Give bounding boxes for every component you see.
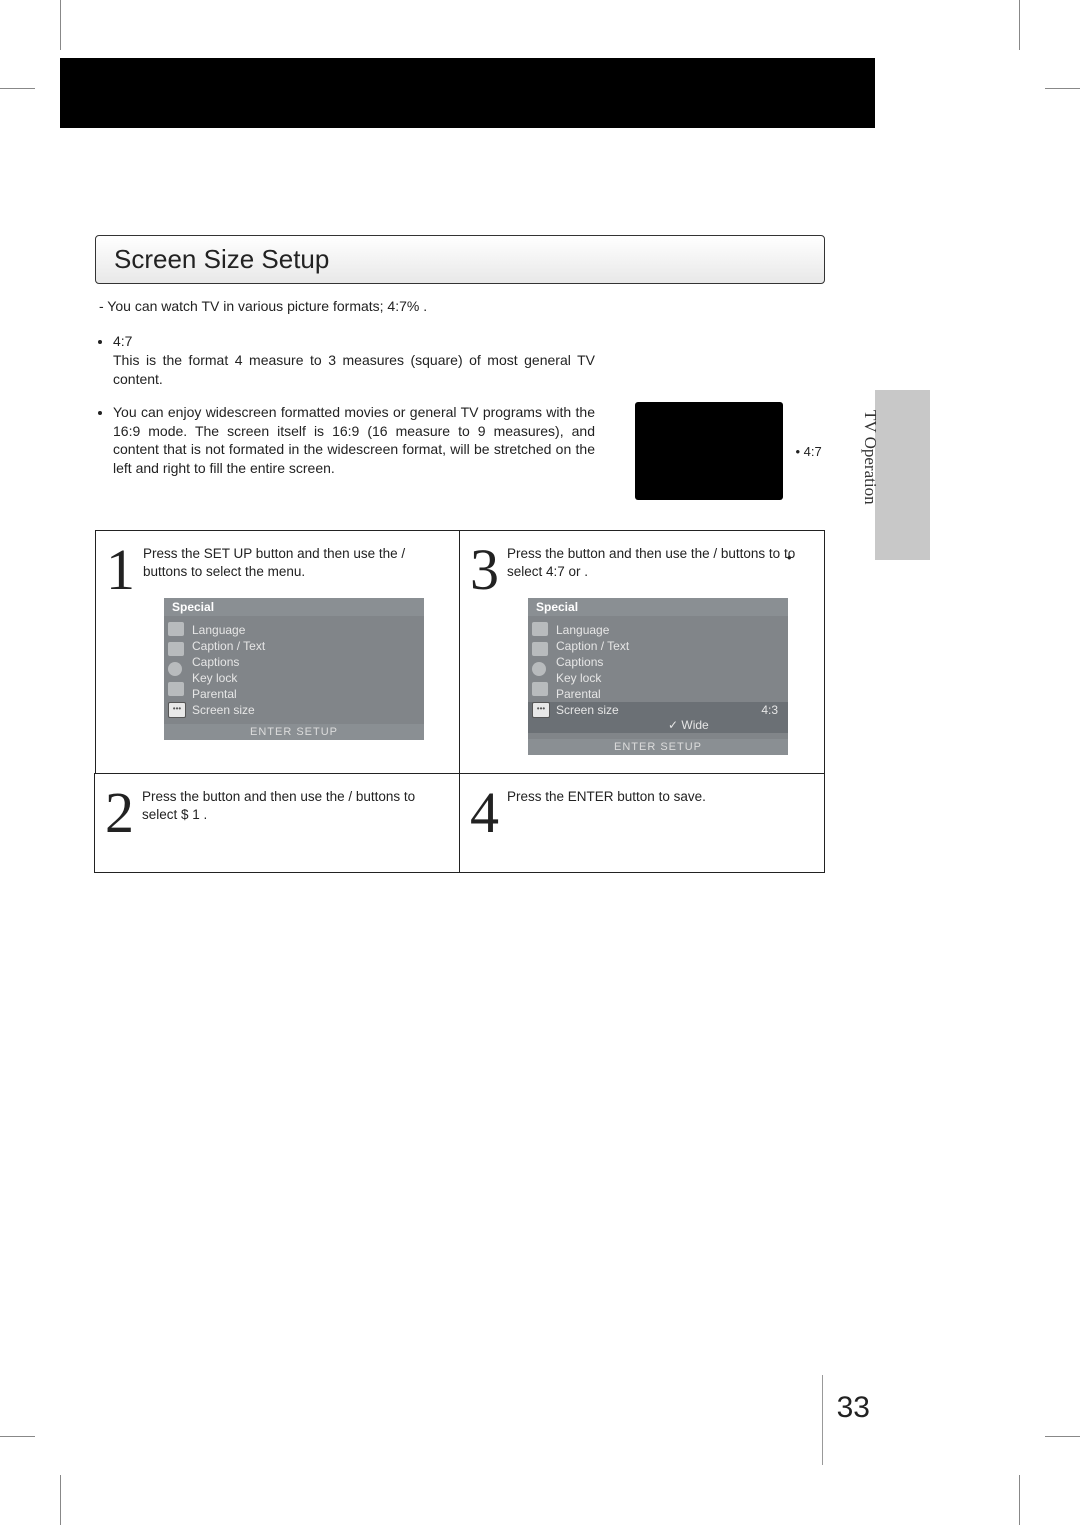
menu-icon — [168, 622, 184, 636]
step-3: 3 Press the button and then use the / bu… — [459, 530, 825, 774]
osd-menu-1: Special ••• Language Caption / Text Capt… — [164, 598, 424, 740]
format-a-label: 4:7 — [113, 333, 132, 349]
osd-item: Screen size — [192, 702, 416, 718]
step-4-text: Press the ENTER button to save. — [507, 788, 814, 806]
page-number-rule — [822, 1375, 823, 1465]
osd-sidebar-icons: ••• — [532, 622, 550, 718]
osd-item: Key lock — [192, 670, 416, 686]
osd-header: Special — [528, 598, 788, 616]
step-3-number: 3 — [470, 547, 499, 593]
osd-item-option: ✓ Wide — [528, 717, 788, 733]
format-wide: You can enjoy widescreen formatted movie… — [113, 403, 595, 479]
menu-icon — [168, 662, 182, 676]
menu-icon: ••• — [168, 702, 186, 718]
osd-menu-3: Special ••• Language Caption / Text Capt… — [528, 598, 788, 755]
osd-item-value: 4:3 — [761, 703, 788, 717]
menu-icon — [532, 642, 548, 656]
osd-item: Language — [192, 622, 416, 638]
intro-text: - You can watch TV in various picture fo… — [99, 298, 821, 314]
osd-item: Captions — [192, 654, 416, 670]
osd-item: Parental — [556, 686, 780, 702]
osd-header: Special — [164, 598, 424, 616]
step-4: 4 Press the ENTER button to save. — [459, 773, 825, 873]
format-a-desc: This is the format 4 measure to 3 measur… — [113, 351, 595, 389]
menu-icon — [532, 662, 546, 676]
step-3-text: Press the button and then use the / butt… — [507, 545, 814, 580]
steps-grid: 1 Press the SET UP button and then use t… — [95, 530, 825, 873]
osd-item: Caption / Text — [192, 638, 416, 654]
format-4-3: 4:7 This is the format 4 measure to 3 me… — [113, 332, 595, 389]
page-title: Screen Size Setup — [95, 235, 825, 284]
osd-sidebar-icons: ••• — [168, 622, 186, 718]
osd-item: Parental — [192, 686, 416, 702]
osd-item: Key lock — [556, 670, 780, 686]
step-1: 1 Press the SET UP button and then use t… — [95, 530, 460, 774]
osd-item: Caption / Text — [556, 638, 780, 654]
tv-label-a: 4:7 — [795, 444, 821, 459]
page-root: TV Operation Screen Size Setup - You can… — [0, 0, 1080, 1525]
format-descriptions: 4:7 This is the format 4 measure to 3 me… — [95, 332, 825, 492]
tv-screen-4-3 — [635, 402, 783, 500]
osd-item-label: Screen size — [556, 703, 619, 717]
step-4-number: 4 — [470, 790, 499, 836]
menu-icon — [168, 642, 184, 656]
osd-item-selected: Screen size 4:3 — [528, 702, 788, 718]
menu-icon — [532, 682, 548, 696]
menu-icon — [532, 622, 548, 636]
step-2: 2 Press the button and then use the / bu… — [94, 773, 460, 873]
header-black-bar — [60, 58, 875, 128]
step-1-text: Press the SET UP button and then use the… — [143, 545, 449, 580]
content-area: Screen Size Setup - You can watch TV in … — [95, 235, 825, 873]
osd-footer: ENTER SETUP — [164, 724, 424, 740]
format-b-desc: You can enjoy widescreen formatted movie… — [113, 403, 595, 479]
menu-icon: ••• — [532, 702, 550, 718]
step-2-number: 2 — [105, 790, 134, 836]
osd-item: Captions — [556, 654, 780, 670]
menu-icon — [168, 682, 184, 696]
osd-footer: ENTER SETUP — [528, 739, 788, 755]
osd-item: Language — [556, 622, 780, 638]
page-number: 33 — [837, 1391, 870, 1425]
step-2-text: Press the button and then use the / butt… — [142, 788, 449, 823]
step-1-number: 1 — [106, 547, 135, 593]
